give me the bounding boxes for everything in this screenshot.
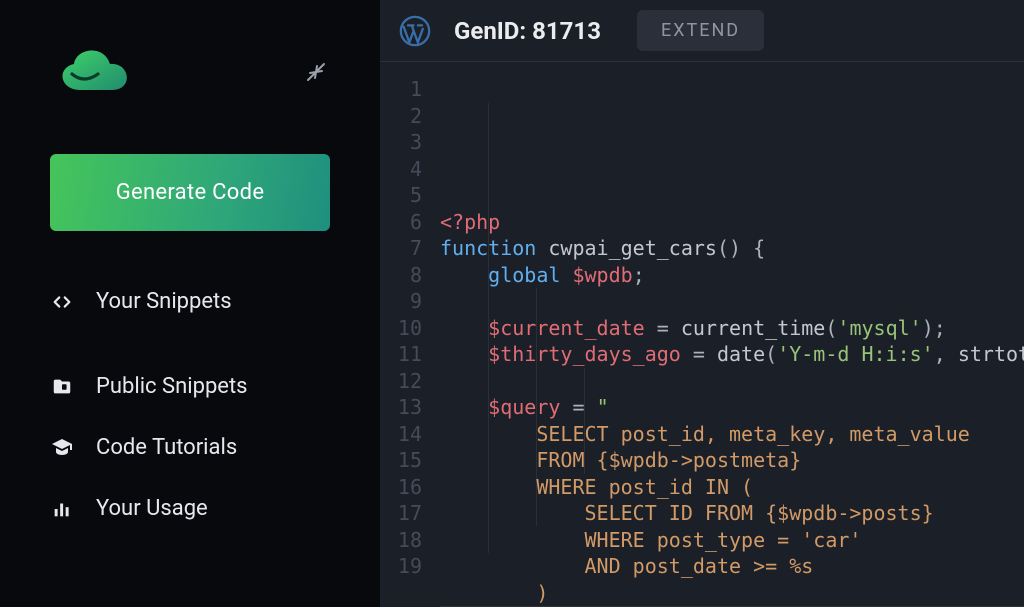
- line-number: 8: [380, 262, 422, 289]
- generate-code-button[interactable]: Generate Code: [50, 154, 330, 231]
- code-line[interactable]: [440, 368, 1024, 395]
- code-line[interactable]: $thirty_days_ago = date('Y-m-d H:i:s', s…: [440, 341, 1024, 368]
- code-icon: [50, 290, 74, 314]
- line-number: 4: [380, 156, 422, 183]
- code-line[interactable]: FROM {$wpdb->postmeta}: [440, 447, 1024, 474]
- extend-button[interactable]: EXTEND: [637, 10, 764, 51]
- sidebar-nav: Your Snippets Public Snippets Code Tutor…: [0, 271, 380, 539]
- gen-id-label: GenID: 81713: [454, 17, 601, 45]
- code-line[interactable]: ): [440, 580, 1024, 607]
- code-line[interactable]: WHERE post_type = 'car': [440, 527, 1024, 554]
- brand-logo: [50, 40, 138, 104]
- code-line[interactable]: [440, 288, 1024, 315]
- nav-your-usage[interactable]: Your Usage: [50, 478, 330, 539]
- nav-your-snippets[interactable]: Your Snippets: [50, 271, 330, 332]
- editor-header: GenID: 81713 EXTEND: [380, 0, 1024, 62]
- line-number: 17: [380, 500, 422, 527]
- code-line[interactable]: $query = ": [440, 394, 1024, 421]
- nav-label: Public Snippets: [96, 374, 248, 399]
- code-line[interactable]: WHERE post_id IN (: [440, 474, 1024, 501]
- line-number: 19: [380, 553, 422, 580]
- code-line[interactable]: global $wpdb;: [440, 262, 1024, 289]
- code-line[interactable]: <?php: [440, 209, 1024, 236]
- line-number: 7: [380, 235, 422, 262]
- line-number: 9: [380, 288, 422, 315]
- code-line[interactable]: function cwpai_get_cars() {: [440, 235, 1024, 262]
- line-number: 12: [380, 368, 422, 395]
- code-area[interactable]: <?phpfunction cwpai_get_cars() { global …: [440, 76, 1024, 607]
- nav-label: Code Tutorials: [96, 435, 237, 460]
- line-number-gutter: 12345678910111213141516171819: [380, 76, 440, 607]
- code-line[interactable]: AND post_date >= %s: [440, 553, 1024, 580]
- sidebar-logo-row: [0, 20, 380, 124]
- code-line[interactable]: SELECT post_id, meta_key, meta_value: [440, 421, 1024, 448]
- nav-label: Your Snippets: [96, 289, 232, 314]
- line-number: 2: [380, 103, 422, 130]
- nav-label: Your Usage: [96, 496, 208, 521]
- main-panel: GenID: 81713 EXTEND 12345678910111213141…: [380, 0, 1024, 607]
- nav-code-tutorials[interactable]: Code Tutorials: [50, 417, 330, 478]
- nav-public-snippets[interactable]: Public Snippets: [50, 356, 330, 417]
- code-line[interactable]: SELECT ID FROM {$wpdb->posts}: [440, 500, 1024, 527]
- line-number: 15: [380, 447, 422, 474]
- line-number: 5: [380, 182, 422, 209]
- folder-icon: [50, 375, 74, 399]
- line-number: 14: [380, 421, 422, 448]
- code-line[interactable]: $current_date = current_time('mysql');: [440, 315, 1024, 342]
- line-number: 6: [380, 209, 422, 236]
- line-number: 18: [380, 527, 422, 554]
- line-number: 1: [380, 76, 422, 103]
- line-number: 11: [380, 341, 422, 368]
- code-editor[interactable]: 12345678910111213141516171819 <?phpfunct…: [380, 62, 1024, 607]
- collapse-sidebar-button[interactable]: [302, 58, 330, 86]
- bar-chart-icon: [50, 497, 74, 521]
- line-number: 3: [380, 129, 422, 156]
- graduation-cap-icon: [50, 436, 74, 460]
- line-number: 13: [380, 394, 422, 421]
- wordpress-icon: [398, 14, 432, 48]
- line-number: 16: [380, 474, 422, 501]
- sidebar: Generate Code Your Snippets Public Snipp…: [0, 0, 380, 607]
- line-number: 10: [380, 315, 422, 342]
